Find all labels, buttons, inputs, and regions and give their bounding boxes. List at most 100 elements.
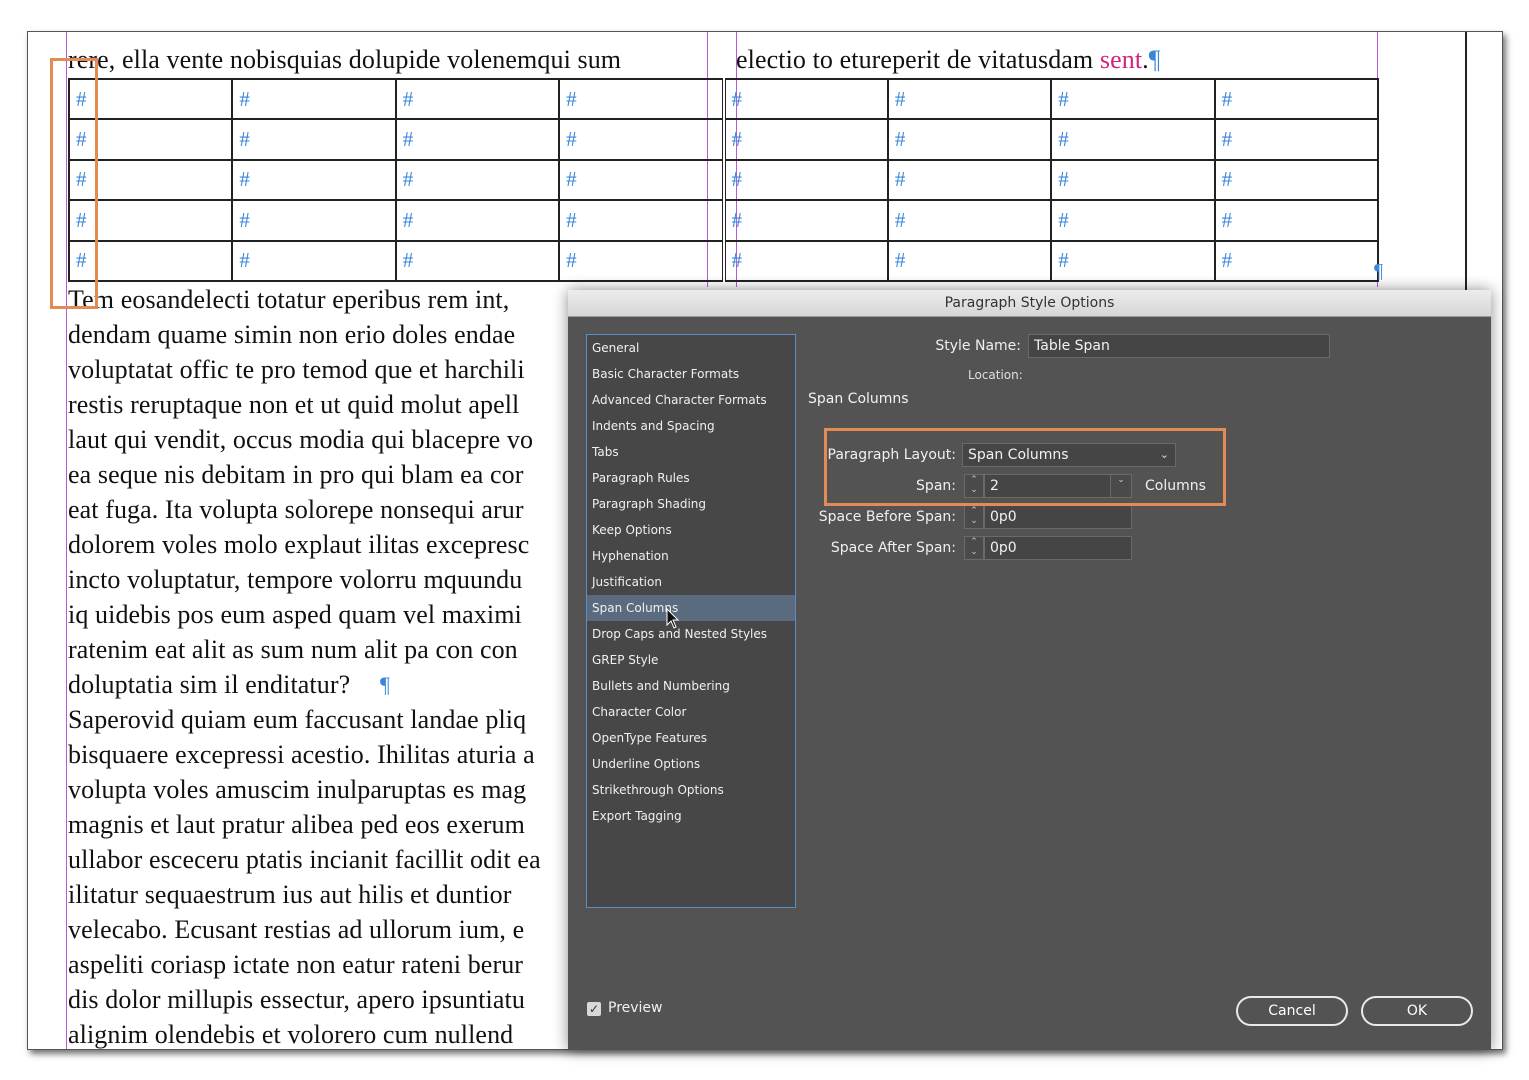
body-text-line: aspeliti coriasp ictate non eatur rateni… — [68, 950, 524, 979]
table-cell[interactable]: # — [231, 199, 397, 242]
space-before-stepper-icon[interactable]: ⌃ ⌄ — [964, 505, 984, 529]
table-cell[interactable]: # — [558, 239, 725, 283]
paragraph-style-options-dialog: Paragraph Style Options General Basic Cha… — [568, 290, 1491, 1050]
table-cell[interactable]: # — [1050, 118, 1216, 161]
table-cell[interactable]: # — [231, 158, 397, 202]
table-cell[interactable]: # — [886, 158, 1053, 202]
space-after-stepper-icon[interactable]: ⌃ ⌄ — [964, 536, 984, 560]
body-text-line: eat fuga. Ita volupta solorepe nonsequi … — [68, 495, 524, 524]
category-item[interactable]: Justification — [587, 569, 795, 595]
table-cell[interactable]: # — [1213, 77, 1380, 121]
table-row[interactable]: # # # # # # # # — [67, 77, 1380, 121]
body-text-line: ilitatur sequaestrum ius aut hilis et du… — [68, 880, 512, 909]
space-after-label: Space After Span: — [830, 540, 956, 556]
body-text-line: Tem eosandelecti totatur eperibus rem in… — [68, 285, 510, 314]
table-cell[interactable]: # — [394, 158, 561, 202]
table-cell[interactable]: # — [558, 199, 725, 242]
table-cell[interactable]: # — [886, 239, 1053, 283]
body-text-line: ratenim eat alit as sum num alit pa con … — [68, 635, 518, 664]
category-item[interactable]: Tabs — [587, 439, 795, 465]
category-item[interactable]: Indents and Spacing — [587, 413, 795, 439]
table-cell[interactable]: # — [886, 118, 1053, 161]
category-item[interactable]: Bullets and Numbering — [587, 673, 795, 699]
table-cell[interactable]: # — [1050, 77, 1216, 121]
category-item[interactable]: OpenType Features — [587, 725, 795, 751]
dialog-title: Paragraph Style Options — [568, 290, 1491, 317]
table-cell[interactable]: # — [231, 77, 397, 121]
category-item[interactable]: Basic Character Formats — [587, 361, 795, 387]
category-item[interactable]: Hyphenation — [587, 543, 795, 569]
body-text-line: voluptatat offic te pro temod que et har… — [68, 355, 525, 384]
table-row[interactable]: # # # # # # # # — [67, 118, 1380, 161]
table-cell[interactable]: # — [558, 158, 725, 202]
style-name-label: Style Name: — [935, 338, 1021, 354]
body-text-line: alignim olendebis et volorero cum nullen… — [68, 1020, 514, 1049]
category-item[interactable]: Underline Options — [587, 751, 795, 777]
table-cell[interactable]: # — [721, 118, 889, 161]
category-list[interactable]: General Basic Character Formats Advanced C… — [586, 334, 796, 908]
table-row[interactable]: # # # # # # # # — [67, 239, 1380, 283]
cancel-button[interactable]: Cancel — [1236, 996, 1348, 1026]
space-before-label: Space Before Span: — [818, 509, 956, 525]
style-name-field[interactable]: Table Span — [1028, 334, 1330, 358]
table-cell[interactable]: # — [558, 77, 725, 121]
body-text-line: velecabo. Ecusant restias ad ullorum ium… — [68, 915, 525, 944]
table-cell[interactable]: # — [231, 118, 397, 161]
table-cell[interactable]: # — [721, 239, 889, 283]
table-cell[interactable]: # — [886, 77, 1053, 121]
space-after-input[interactable]: 0p0 — [984, 536, 1132, 560]
table-cell[interactable]: # — [394, 199, 561, 242]
body-text-line: bisquaere excepressi acestio. Ihilitas a… — [68, 740, 535, 769]
table-row[interactable]: # # # # # # # # — [67, 199, 1380, 242]
table-cell[interactable]: # — [394, 239, 561, 283]
paragraph-pilcrow: ¶ — [380, 672, 390, 697]
table-cell[interactable]: # — [721, 199, 889, 242]
location-label: Location: — [968, 368, 1023, 382]
table-cell[interactable]: # — [1213, 199, 1380, 242]
text-line-top-right: electio to etureperit de vitatusdam sent… — [736, 45, 1161, 74]
table-cell[interactable]: # — [1050, 199, 1216, 242]
body-text-line: dis dolor millupis essectur, apero ipsun… — [68, 985, 525, 1014]
category-item[interactable]: Strikethrough Options — [587, 777, 795, 803]
table-cell[interactable]: # — [231, 239, 397, 283]
category-item[interactable]: Character Color — [587, 699, 795, 725]
table-cell[interactable]: # — [1213, 158, 1380, 202]
highlight-span-settings — [824, 428, 1226, 506]
table-cell[interactable]: # — [394, 77, 561, 121]
category-item[interactable]: Keep Options — [587, 517, 795, 543]
table-cell[interactable]: # — [721, 158, 889, 202]
category-item[interactable]: GREP Style — [587, 647, 795, 673]
table-cell[interactable]: # — [394, 118, 561, 161]
table-cell[interactable]: # — [558, 118, 725, 161]
category-item[interactable]: Advanced Character Formats — [587, 387, 795, 413]
body-text-line: volupta voles amuscim inulparuptas es ma… — [68, 775, 527, 804]
mouse-cursor-icon — [666, 608, 680, 629]
table-row[interactable]: # # # # # # # # — [67, 158, 1380, 202]
body-text-line: dolorem voles molo explaut ilitas excepr… — [68, 530, 530, 559]
space-before-input[interactable]: 0p0 — [984, 505, 1132, 529]
table-end-pilcrow: ¶ — [1374, 260, 1384, 282]
body-text-line: incto voluptatur, tempore volorru mquund… — [68, 565, 523, 594]
body-text-line: Saperovid quiam eum faccusant landae pli… — [68, 705, 527, 734]
page-margin-guide — [1465, 32, 1467, 292]
category-item[interactable]: Span Columns — [587, 595, 795, 621]
table-cell[interactable]: # — [1050, 239, 1216, 283]
table-cell[interactable]: # — [721, 77, 889, 121]
ok-button[interactable]: OK — [1361, 996, 1473, 1026]
category-item[interactable]: Drop Caps and Nested Styles — [587, 621, 795, 647]
category-item[interactable]: Paragraph Rules — [587, 465, 795, 491]
body-text-line: laut qui vendit, occus modia qui blacepr… — [68, 425, 534, 454]
highlight-first-column — [50, 58, 98, 309]
text-line-top-left: rere, ella vente nobisquias dolupide vol… — [68, 45, 622, 74]
category-item[interactable]: General — [587, 335, 795, 361]
body-text-line: doluptatia sim il enditatur? — [68, 670, 351, 699]
table-cell[interactable]: # — [1213, 118, 1380, 161]
body-text-line: magnis et laut pratur alibea ped eos exe… — [68, 810, 525, 839]
table-cell[interactable]: # — [886, 199, 1053, 242]
category-item[interactable]: Paragraph Shading — [587, 491, 795, 517]
table-cell[interactable]: # — [1050, 158, 1216, 202]
preview-checkbox[interactable]: ✓ — [587, 1002, 601, 1016]
table-cell[interactable]: # — [1213, 239, 1380, 283]
category-item[interactable]: Export Tagging — [587, 803, 795, 829]
document-table[interactable]: # # # # # # # # # # # # # # # # # # # # # # # # # # # # # # # # # # # # # # # # — [67, 77, 1380, 283]
